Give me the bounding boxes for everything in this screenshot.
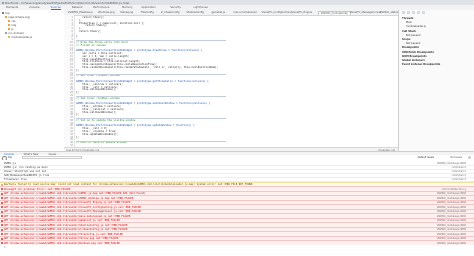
file-tab[interactable]: ZLIRFAS_ElesRule.js [66,11,95,14]
file-tab[interactable]: ThisConfig [139,11,156,14]
sidebar-section-header[interactable]: Event Listener Breakpoints [402,63,440,66]
console-source-link[interactable]: ZGMOC_modules.js:4002 [437,242,466,245]
file-tab[interactable]: VisualFC_Engine [290,11,314,14]
code-line[interactable]: this.callbackWindow(); [76,111,116,114]
sidebar-section-item[interactable]: moduleloader.js [406,25,426,28]
console-filter-input[interactable] [22,155,82,159]
sidebar-section-header[interactable]: Threads [402,17,413,20]
devtools-tab-application[interactable]: Application [141,6,156,9]
step-over-icon[interactable] [407,11,410,14]
file-tree-label: top [5,12,10,15]
file-tree-label: moduleloader.js [11,36,32,39]
code-line[interactable]: // Get inner (hidden) window [76,74,120,77]
devtools-tab-security[interactable]: Security [170,6,181,9]
console-settings-icon[interactable] [468,156,471,159]
step-into-icon[interactable] [412,11,415,14]
file-navigator: top (app.lichess.org) css img js (no domain) m… [0,10,65,151]
file-tree-label: js [11,28,14,31]
code-line[interactable]: return theory; [76,30,101,33]
devtools-tab-elements[interactable]: Elements [6,6,18,9]
code-line[interactable]: // Mark of date to update window [76,141,126,144]
code-line[interactable]: // Finish on canvas [76,44,106,47]
file-tab[interactable]: ZGMOC_modulesmap [317,10,351,15]
code-line[interactable]: }; [76,69,79,72]
file-tree-label: css [11,20,16,23]
sidebar-section-header[interactable]: XHR/fetch Breakpoints [402,51,434,54]
devtools-tab-memory[interactable]: Memory [122,6,133,9]
code-line[interactable]: // Set inner (hidden) window [76,97,120,100]
code-line[interactable]: }; [76,113,79,116]
file-tree-item[interactable]: moduleloader.js [8,36,32,40]
console-error-row[interactable]: GET chrome-extension://ceebd/GZMOC-cmd-l… [0,240,474,246]
code-line[interactable]: // Set on to update the visible window [76,119,135,122]
sidebar-section-header[interactable]: Global Listeners [402,59,425,62]
code-line[interactable]: }; [76,136,79,139]
step-out-icon[interactable] [417,11,420,14]
sidebar-section-header[interactable]: Breakpoints [402,46,419,49]
file-tab[interactable]: VisualFC_ConfigCaching [260,11,294,14]
devtools-tab-network[interactable]: Network [72,6,83,9]
code-line[interactable]: this.renderWindowCell(this.renderWindowC… [76,66,218,69]
code-line[interactable]: }; [76,91,79,94]
devtools-tab-lighthouse[interactable]: Lighthouse [194,6,208,9]
log-levels-dropdown[interactable]: Default levels [418,156,434,159]
sidebar-section-item[interactable]: Not paused [406,34,420,37]
code-line[interactable]: this.callbackWindow(); [76,88,116,91]
error-icon [1,242,3,244]
file-tree-label: (no domain) [8,32,25,35]
code-line[interactable]: } [76,35,78,38]
sidebar-section-header[interactable]: DOM Breakpoints [402,55,427,58]
deactivate-breakpoints-icon[interactable] [422,11,425,14]
pause-icon[interactable] [402,11,405,14]
file-tab[interactable]: ZGMOC_status [378,11,400,14]
devtools-app-icon [1,1,4,4]
line-number-gutter: 1 2 3 4 5 6 7 8 9 10 11 12 13 14 15 16 17 18 19 20 21 22 23 24 2… [64,15,75,151]
sidebar-section-header[interactable]: Scope [402,38,411,41]
sidebar-section-item[interactable]: Not paused [406,42,420,45]
file-tab[interactable]: menu.moduleLoad [231,11,258,14]
devtools-tab-console[interactable]: Console [29,6,39,9]
file-tab[interactable]: gamelist.js [209,11,227,14]
console-prompt[interactable]: > [4,246,6,249]
sidebar-section-item[interactable]: Main [406,21,412,24]
issues-count[interactable]: No Issues [451,156,462,159]
console-message: GET chrome-extension://ceebd/GZMOC-cmd-l… [4,241,120,245]
file-tab[interactable]: Windows.png [96,11,117,14]
context-select[interactable]: top [8,156,12,159]
code-line[interactable]: this.updateWindowPos(); [76,133,118,136]
file-tab[interactable]: Yellow.png [118,11,135,14]
file-tab[interactable]: Z_ChessConfig [159,11,181,14]
file-tab[interactable]: ShallowConfig [184,11,206,14]
file-tree-label: img [11,24,17,27]
devtools-tab-performance[interactable]: Performance [93,6,109,9]
editor-file-tabs: ZLIRFAS_ElesRule.js Windows.png Yellow.png… [64,10,398,16]
console-output: ZGMOC.js ZGMOC_modules.js:4002 ZGMOC.js: r… [0,160,474,256]
debugger-sidebar: Threads Main moduleloader.js Call Stack Not … [398,10,474,151]
sidebar-section-header[interactable]: Call Stack [402,30,416,33]
file-tree-label: (app.lichess.org) [8,16,31,19]
